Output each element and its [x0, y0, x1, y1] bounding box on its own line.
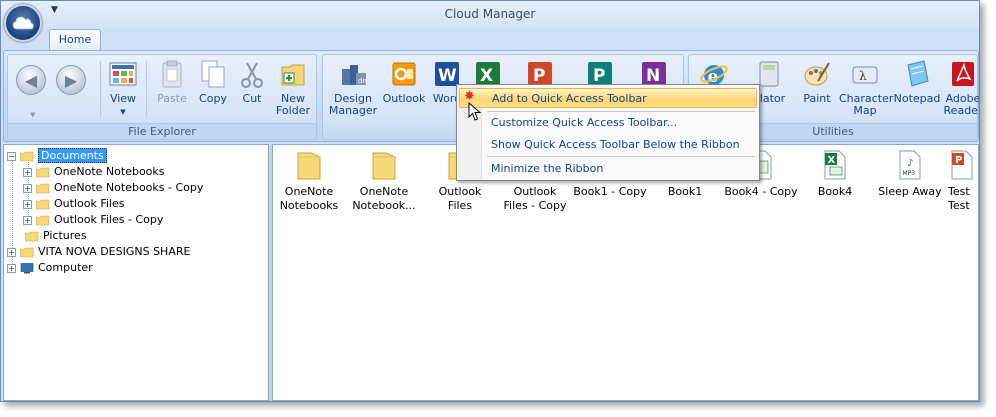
excel-file-icon: X [824, 150, 846, 180]
scissors-icon [241, 62, 263, 88]
svg-text:W: W [438, 66, 457, 86]
menu-separator [487, 111, 755, 112]
tree-node-network-share[interactable]: + VITA NOVA DESIGNS SHARE [7, 244, 190, 259]
paint-palette-icon [804, 62, 830, 86]
minimize-ribbon-item[interactable]: Minimize the Ribbon [484, 159, 757, 179]
app-window: ▼ Cloud Manager Home ◀ ▶ ▼ View ▼ Paste … [0, 0, 980, 402]
expand-icon[interactable]: + [23, 215, 32, 225]
ribbon-tab-strip: Home [1, 25, 979, 51]
back-arrow-icon: ◀ [24, 70, 38, 90]
svg-text:N: N [646, 66, 660, 86]
design-manager-icon: dm [342, 65, 368, 85]
view-button[interactable]: View ▼ [105, 59, 141, 118]
show-toolbar-below-ribbon-item[interactable]: Show Quick Access Toolbar Below the Ribb… [484, 135, 757, 155]
mp3-badge: MP3 [903, 170, 916, 177]
design-manager-button[interactable]: dm DesignManager [328, 59, 378, 117]
expand-icon[interactable]: + [23, 167, 32, 177]
window-title: Cloud Manager [444, 7, 536, 21]
tree-node-onenote-notebooks[interactable]: + OneNote Notebooks [23, 164, 165, 179]
powerpoint-file-icon: P [951, 150, 973, 180]
collapse-icon[interactable]: − [7, 151, 16, 161]
back-button[interactable]: ◀ [16, 65, 46, 95]
tree-node-outlook-files[interactable]: + Outlook Files [23, 196, 124, 211]
svg-text:λ: λ [859, 69, 867, 83]
new-folder-button[interactable]: New Folder [273, 59, 313, 117]
tree-node-computer[interactable]: + Computer [7, 260, 93, 275]
paste-button[interactable]: Paste [152, 59, 192, 105]
adobe-reader-button[interactable]: Adobe Reader [943, 59, 979, 117]
tree-node-documents[interactable]: − Documents [7, 148, 107, 163]
cut-button[interactable]: Cut [237, 59, 267, 105]
folder-open-icon [20, 151, 34, 161]
folder-icon [36, 183, 50, 193]
tree-node-pictures[interactable]: Pictures [25, 228, 87, 243]
add-to-quick-access-toolbar-item[interactable]: Add to Quick Access Toolbar [459, 88, 757, 108]
character-map-icon: λ [852, 66, 878, 84]
application-menu-button[interactable] [4, 4, 42, 42]
expand-icon[interactable]: + [23, 199, 32, 209]
svg-text:X: X [828, 155, 836, 166]
file-item[interactable]: OneNote Notebooks [272, 149, 346, 213]
folder-icon [25, 231, 39, 241]
notepad-button[interactable]: Notepad [893, 59, 941, 105]
group-divider [100, 61, 101, 117]
forward-button[interactable]: ▶ [56, 65, 86, 95]
adobe-reader-icon [952, 62, 974, 86]
folder-icon [20, 247, 34, 257]
folder-icon [372, 152, 396, 180]
new-folder-icon [281, 64, 305, 86]
file-item[interactable]: X Book4 [798, 149, 872, 199]
svg-text:P: P [593, 66, 605, 86]
file-item[interactable]: OneNote Notebook... [347, 149, 421, 213]
notepad-icon [907, 60, 929, 87]
file-list[interactable]: OneNote Notebooks OneNote Notebook... Outl… [272, 144, 979, 401]
tree-node-onenote-notebooks-copy[interactable]: + OneNote Notebooks - Copy [23, 180, 203, 195]
expand-icon[interactable]: + [23, 183, 32, 193]
svg-text:dm: dm [358, 77, 368, 85]
tree-node-outlook-files-copy[interactable]: + Outlook Files - Copy [23, 212, 163, 227]
forward-arrow-icon: ▶ [64, 70, 78, 90]
copy-button[interactable]: Copy [196, 59, 230, 105]
customize-quick-access-toolbar-item[interactable]: Customize Quick Access Toolbar... [484, 113, 757, 133]
clipboard-icon [162, 60, 182, 88]
folder-icon [36, 199, 50, 209]
file-explorer-group-label: File Explorer [8, 123, 316, 139]
outlook-icon [392, 62, 416, 86]
paint-button[interactable]: Paint [797, 59, 837, 105]
svg-text:X: X [480, 66, 493, 86]
svg-text:♪: ♪ [907, 158, 913, 169]
file-item[interactable]: P Test Test [948, 149, 979, 213]
expand-icon[interactable]: + [7, 263, 16, 273]
folder-tree[interactable]: − Documents + OneNote Notebooks + OneNote N… [3, 144, 269, 401]
cloud-logo-icon [12, 16, 34, 30]
context-menu: Add to Quick Access Toolbar ✸ Customize … [456, 84, 760, 181]
folder-icon [297, 152, 321, 180]
menu-separator [487, 156, 755, 157]
group-divider [146, 61, 147, 117]
outlook-button[interactable]: Outlook [381, 59, 427, 105]
svg-text:P: P [955, 155, 962, 166]
folder-icon [36, 215, 50, 225]
history-dropdown-icon[interactable]: ▼ [30, 111, 35, 119]
copy-pages-icon [201, 60, 225, 88]
mp3-file-icon: ♪MP3 [899, 150, 921, 180]
file-explorer-group: ◀ ▶ ▼ View ▼ Paste Copy Cut New Folder F… [7, 54, 317, 140]
character-map-button[interactable]: λ Character Map [839, 59, 893, 117]
tab-home[interactable]: Home [49, 29, 101, 51]
expand-icon[interactable]: + [7, 247, 16, 257]
computer-icon [20, 262, 34, 273]
mouse-pointer-icon [468, 102, 482, 121]
file-item[interactable]: ♪ MP3 Sleep Away [873, 149, 947, 199]
folder-icon [36, 167, 50, 177]
view-grid-icon [109, 62, 137, 86]
svg-text:P: P [533, 66, 545, 86]
